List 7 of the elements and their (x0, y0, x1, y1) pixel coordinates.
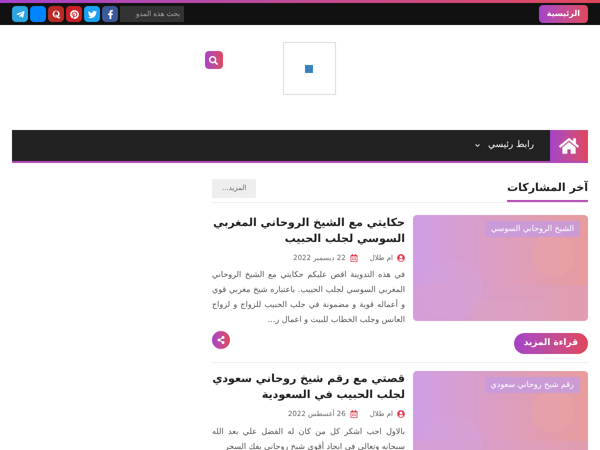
post-title[interactable]: قصتي مع رقم شيخ روحاني سعودي لجلب الحبيب في السعودية (212, 371, 405, 403)
post-excerpt: في هذه التدوينة اقص عليكم حكايتي مع الشيخ الروحاني المغربي السوسي لجلب الحبيب. باعتباره شيخ مغربي قوي و أعماله قوية و مضمونة في جلب الحبيب للزواج و لزواج العانس وجلب الخطاب للبيت و اعمال ر... (212, 269, 405, 326)
post-title[interactable]: حكايتي مع الشيخ الروحاني المغربي السوسي لجلب الحبيب (212, 214, 405, 246)
home-link[interactable]: الرئيسية (538, 5, 588, 23)
nav-label: رابط رئيسي (488, 138, 534, 152)
read-more-button[interactable]: قراءة المزيد (514, 332, 588, 354)
section-title: آخر المشاركات (507, 180, 588, 202)
